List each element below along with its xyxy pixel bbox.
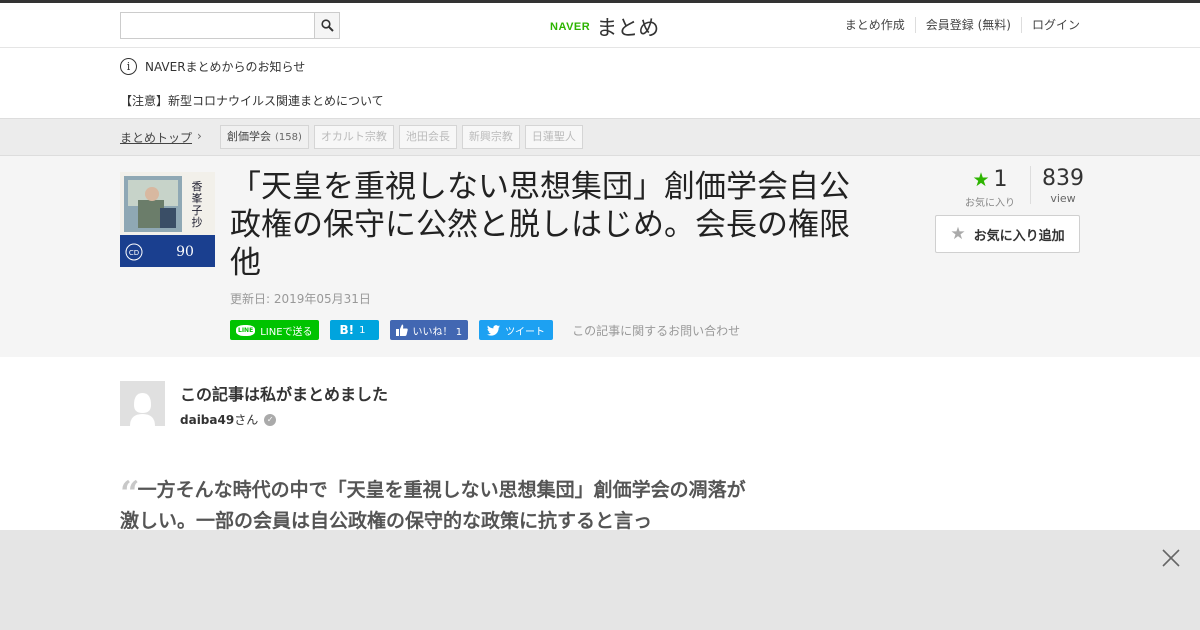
chevron-right-icon: › bbox=[197, 129, 202, 143]
search-input[interactable] bbox=[121, 13, 314, 38]
star-outline-icon: ★ bbox=[950, 224, 966, 244]
avatar[interactable] bbox=[120, 381, 165, 426]
favorites-label: お気に入り bbox=[965, 198, 1015, 209]
breadcrumb-home-link[interactable]: まとめトップ bbox=[120, 129, 192, 146]
quote-text: 一方そんな時代の中で「天皇を重視しない思想集団」創価学会の凋落が激しい。一部の会… bbox=[120, 479, 746, 532]
view-label: view bbox=[1050, 192, 1076, 205]
favorites-count: 1 bbox=[993, 167, 1008, 192]
line-share-label: LINEで送る bbox=[260, 326, 313, 338]
tag-item[interactable]: 池田会長 bbox=[398, 125, 457, 149]
author-username-link[interactable]: daiba49 bbox=[180, 413, 234, 427]
logo-text: まとめ bbox=[596, 16, 660, 40]
article-header: 香 峯 子 抄 CD 90 「天皇を重視しない思想集団」創価学会自公政権の保守に… bbox=[0, 156, 1200, 357]
views-stat: 839 view bbox=[1030, 166, 1095, 205]
hatena-count: 1 bbox=[359, 324, 366, 336]
add-favorite-button[interactable]: ★ お気に入り追加 bbox=[935, 215, 1080, 253]
quote-mark-icon: “ bbox=[120, 474, 139, 514]
breadcrumb: まとめトップ › 創価学会 (158) オカルト宗教 池田会長 新興宗教 日蓮聖人 bbox=[0, 118, 1200, 156]
close-icon[interactable] bbox=[1158, 545, 1184, 571]
site-header: NAVER まとめ まとめ作成 会員登録 (無料) ログイン bbox=[0, 3, 1200, 48]
notice-heading-text: NAVERまとめからのお知らせ bbox=[145, 60, 306, 74]
article-quote: “一方そんな時代の中で「天皇を重視しない思想集団」創価学会の凋落が激しい。一部の… bbox=[120, 477, 750, 535]
notice-heading: i NAVERまとめからのお知らせ bbox=[120, 58, 305, 75]
tag-item[interactable]: 新興宗教 bbox=[461, 125, 520, 149]
svg-text:CD: CD bbox=[129, 249, 139, 257]
author-name-row: daiba49さん ✓ bbox=[180, 411, 277, 428]
tag-item[interactable]: オカルト宗教 bbox=[313, 125, 394, 149]
tag-list: 創価学会 (158) オカルト宗教 池田会長 新興宗教 日蓮聖人 bbox=[220, 125, 583, 149]
tag-label: 創価学会 bbox=[227, 130, 271, 143]
add-favorite-label: お気に入り追加 bbox=[973, 228, 1065, 244]
twitter-bird-icon bbox=[487, 324, 501, 336]
tag-item[interactable]: 日蓮聖人 bbox=[524, 125, 583, 149]
facebook-like-label: いいね！ 1 bbox=[412, 326, 463, 338]
search-button[interactable] bbox=[314, 13, 339, 38]
article-thumbnail-image[interactable]: 香 峯 子 抄 CD 90 bbox=[120, 172, 215, 267]
svg-text:抄: 抄 bbox=[192, 215, 203, 229]
verified-check-icon: ✓ bbox=[264, 413, 277, 426]
author-honorific: さん bbox=[234, 413, 259, 427]
hatena-icon: B! bbox=[339, 323, 355, 337]
svg-text:90: 90 bbox=[176, 244, 194, 260]
login-link[interactable]: ログイン bbox=[1020, 17, 1080, 33]
facebook-like-button[interactable]: いいね！ 1 bbox=[389, 320, 469, 340]
info-icon: i bbox=[120, 58, 137, 75]
article-title: 「天皇を重視しない思想集団」創価学会自公政権の保守に公然と脱しはじめ。会長の権限… bbox=[230, 169, 850, 281]
star-icon: ★ bbox=[972, 169, 990, 191]
search-icon bbox=[320, 19, 334, 32]
header-nav: まとめ作成 会員登録 (無料) ログイン bbox=[835, 17, 1080, 33]
tag-count: (158) bbox=[275, 132, 302, 143]
author-heading: この記事は私がまとめました bbox=[180, 385, 389, 404]
twitter-tweet-button[interactable]: ツイート bbox=[479, 320, 554, 340]
share-bar: LINE LINEで送る B! 1 いいね！ 1 ツイート この記事に関するお問… bbox=[230, 320, 740, 340]
notice-area: i NAVERまとめからのお知らせ 【注意】新型コロナウイルス関連まとめについて bbox=[0, 48, 1200, 118]
bottom-ad-overlay bbox=[0, 530, 1200, 630]
notice-link[interactable]: 【注意】新型コロナウイルス関連まとめについて bbox=[120, 92, 384, 109]
naver-matome-logo[interactable]: NAVER まとめ bbox=[550, 12, 659, 42]
inquiry-link[interactable]: この記事に関するお問い合わせ bbox=[572, 322, 740, 339]
view-count: 839 bbox=[1042, 166, 1084, 191]
thumbs-up-icon bbox=[395, 324, 408, 336]
tag-item[interactable]: 創価学会 (158) bbox=[220, 125, 309, 149]
logo-brand: NAVER bbox=[550, 21, 591, 33]
article-updated-date: 更新日: 2019年05月31日 bbox=[230, 292, 371, 306]
line-icon: LINE bbox=[236, 324, 256, 336]
line-share-button[interactable]: LINE LINEで送る bbox=[230, 320, 319, 340]
create-matome-link[interactable]: まとめ作成 bbox=[835, 17, 915, 33]
favorites-stat: ★ 1 お気に入り bbox=[955, 167, 1025, 210]
search-box bbox=[120, 12, 340, 39]
tweet-label: ツイート bbox=[505, 326, 546, 338]
hatena-bookmark-button[interactable]: B! 1 bbox=[329, 320, 379, 340]
register-link[interactable]: 会員登録 (無料) bbox=[914, 17, 1021, 33]
